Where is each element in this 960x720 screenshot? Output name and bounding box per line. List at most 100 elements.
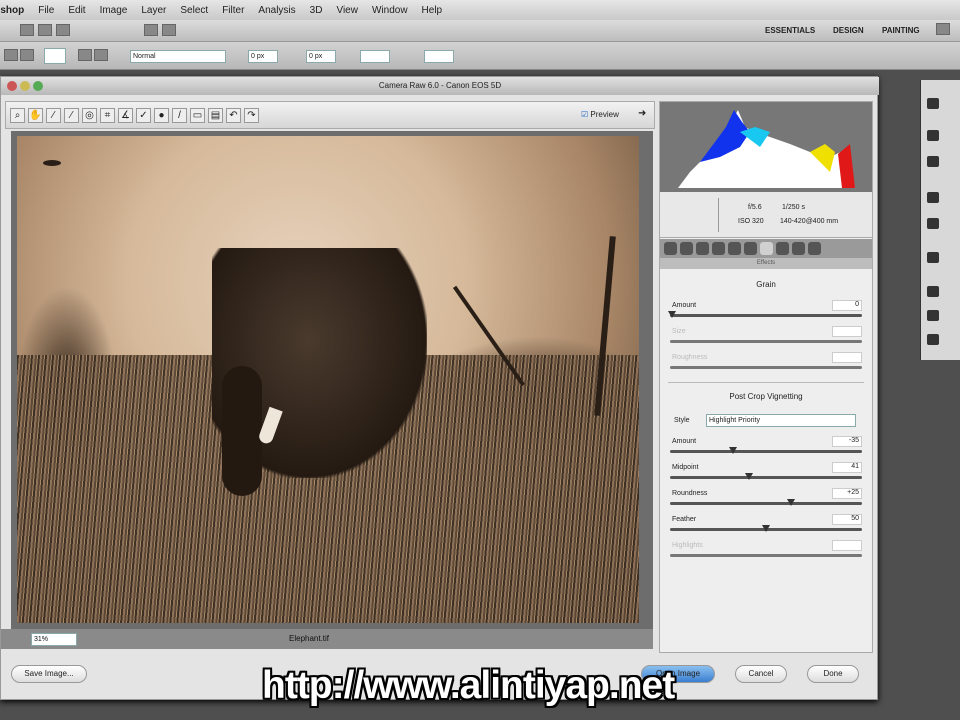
hand-tool-icon[interactable]: ✋: [28, 107, 43, 123]
menu-select[interactable]: Select: [180, 5, 208, 16]
menu-file[interactable]: File: [38, 5, 54, 16]
slider-value[interactable]: 50: [832, 514, 862, 525]
workspace-painting[interactable]: PAINTING: [882, 26, 920, 35]
workspace-essentials[interactable]: ESSENTIALS: [765, 26, 815, 35]
selection-mode-icon[interactable]: [20, 49, 34, 61]
white-balance-tool-icon[interactable]: ⁄: [46, 107, 61, 123]
slider-track[interactable]: [670, 450, 862, 453]
menu-analysis[interactable]: Analysis: [258, 5, 295, 16]
workspace-design[interactable]: DESIGN: [833, 26, 864, 35]
paragraph-panel-icon[interactable]: [927, 218, 939, 229]
vignette-slider-midpoint[interactable]: Midpoint 41: [670, 462, 862, 490]
menu-layer[interactable]: Layer: [141, 5, 166, 16]
tab-snapshots-icon[interactable]: [808, 242, 821, 255]
cancel-button[interactable]: Cancel: [735, 665, 787, 683]
slider-track[interactable]: [670, 554, 862, 557]
zoom-tool-icon[interactable]: ⌕: [10, 107, 25, 123]
panel-tabs: [660, 239, 872, 258]
channels-panel-icon[interactable]: [927, 310, 939, 321]
slider-value[interactable]: 0: [832, 300, 862, 311]
character-panel-icon[interactable]: [927, 192, 939, 203]
rotate-left-icon[interactable]: ↶: [226, 107, 241, 123]
slider-track[interactable]: [670, 502, 862, 505]
feather-field[interactable]: [44, 48, 66, 64]
tab-detail-icon[interactable]: [696, 242, 709, 255]
refine-icon[interactable]: [94, 49, 108, 61]
tool-preset-icon[interactable]: [4, 49, 18, 61]
slider-value[interactable]: [832, 540, 862, 551]
aperture: f/5.6: [748, 204, 762, 211]
view-extras-icon[interactable]: [56, 24, 70, 36]
slider-track[interactable]: [670, 476, 862, 479]
tab-split-toning-icon[interactable]: [728, 242, 741, 255]
grain-amount-slider[interactable]: Amount 0: [668, 300, 862, 328]
save-image-button[interactable]: Save Image...: [11, 665, 87, 683]
slider-value[interactable]: 41: [832, 462, 862, 473]
adjustments-panel-icon[interactable]: [927, 130, 939, 141]
zoom-window-icon[interactable]: [33, 81, 43, 91]
vignette-style-select[interactable]: Highlight Priority: [706, 414, 856, 427]
tab-presets-icon[interactable]: [792, 242, 805, 255]
menu-app[interactable]: Photoshop: [0, 5, 24, 16]
spot-removal-icon[interactable]: ✓: [136, 107, 151, 123]
vignette-slider-roundness[interactable]: Roundness +25: [670, 488, 862, 516]
minibridge-icon[interactable]: [38, 24, 52, 36]
screen-mode-icon[interactable]: [162, 24, 176, 36]
preview-label: Preview: [590, 110, 619, 119]
preferences-icon[interactable]: ▤: [208, 107, 223, 123]
menu-window[interactable]: Window: [372, 5, 408, 16]
menu-view[interactable]: View: [336, 5, 358, 16]
slider-label: Amount: [672, 302, 697, 309]
bridge-icon[interactable]: [20, 24, 34, 36]
tab-hsl-icon[interactable]: [712, 242, 725, 255]
red-eye-icon[interactable]: ●: [154, 107, 169, 123]
menu-help[interactable]: Help: [422, 5, 443, 16]
vignette-slider-amount[interactable]: Amount -35: [670, 436, 862, 464]
zoom-level-select[interactable]: 31%: [31, 633, 77, 646]
tab-effects-icon[interactable]: [760, 242, 773, 255]
layers-panel-icon[interactable]: [927, 286, 939, 297]
slider-thumb[interactable]: [786, 499, 795, 506]
done-button[interactable]: Done: [807, 665, 859, 683]
preview-checkbox[interactable]: ☑ Preview: [581, 110, 619, 119]
menu-3d[interactable]: 3D: [310, 5, 323, 16]
tab-tone-curve-icon[interactable]: [680, 242, 693, 255]
lens: 140-420@400 mm: [780, 218, 839, 225]
fullscreen-icon[interactable]: ➜: [638, 108, 646, 119]
adjustment-brush-icon[interactable]: /: [172, 107, 187, 123]
crop-tool-icon[interactable]: ⌗: [100, 107, 115, 123]
rotate-right-icon[interactable]: ↷: [244, 107, 259, 123]
slider-thumb[interactable]: [744, 473, 753, 480]
antialias-icon[interactable]: [78, 49, 92, 61]
tab-camera-calibration-icon[interactable]: [776, 242, 789, 255]
brushes-panel-icon[interactable]: [927, 252, 939, 263]
x-field[interactable]: [360, 50, 390, 63]
straighten-tool-icon[interactable]: ∡: [118, 107, 133, 123]
height-field[interactable]: 0 px: [306, 50, 336, 63]
graduated-filter-icon[interactable]: ▭: [190, 107, 205, 123]
paths-panel-icon[interactable]: [927, 334, 939, 345]
masks-panel-icon[interactable]: [927, 156, 939, 167]
tab-lens-icon[interactable]: [744, 242, 757, 255]
width-field[interactable]: 0 px: [248, 50, 278, 63]
color-sampler-icon[interactable]: ⁄: [64, 107, 79, 123]
slider-value[interactable]: +25: [832, 488, 862, 499]
histogram-panel-icon[interactable]: [927, 98, 939, 109]
camera-raw-dialog: Camera Raw 6.0 - Canon EOS 5D ⌕ ✋ ⁄ ⁄ ◎ …: [0, 76, 879, 700]
slider-thumb[interactable]: [762, 525, 770, 532]
tab-basic-icon[interactable]: [664, 242, 677, 255]
y-field[interactable]: [424, 50, 454, 63]
vignette-slider-feather[interactable]: Feather 50: [670, 514, 862, 542]
menu-filter[interactable]: Filter: [222, 5, 244, 16]
slider-thumb[interactable]: [729, 447, 738, 454]
workspace-menu-icon[interactable]: [936, 23, 950, 35]
style-select[interactable]: Normal: [130, 50, 226, 63]
minimize-icon[interactable]: [20, 81, 30, 91]
arrange-icon[interactable]: [144, 24, 158, 36]
slider-value[interactable]: -35: [832, 436, 862, 447]
elephant-photo: [17, 136, 639, 623]
menu-image[interactable]: Image: [100, 5, 128, 16]
close-icon[interactable]: [7, 81, 17, 91]
targeted-adjustment-icon[interactable]: ◎: [82, 107, 97, 123]
menu-edit[interactable]: Edit: [68, 5, 85, 16]
